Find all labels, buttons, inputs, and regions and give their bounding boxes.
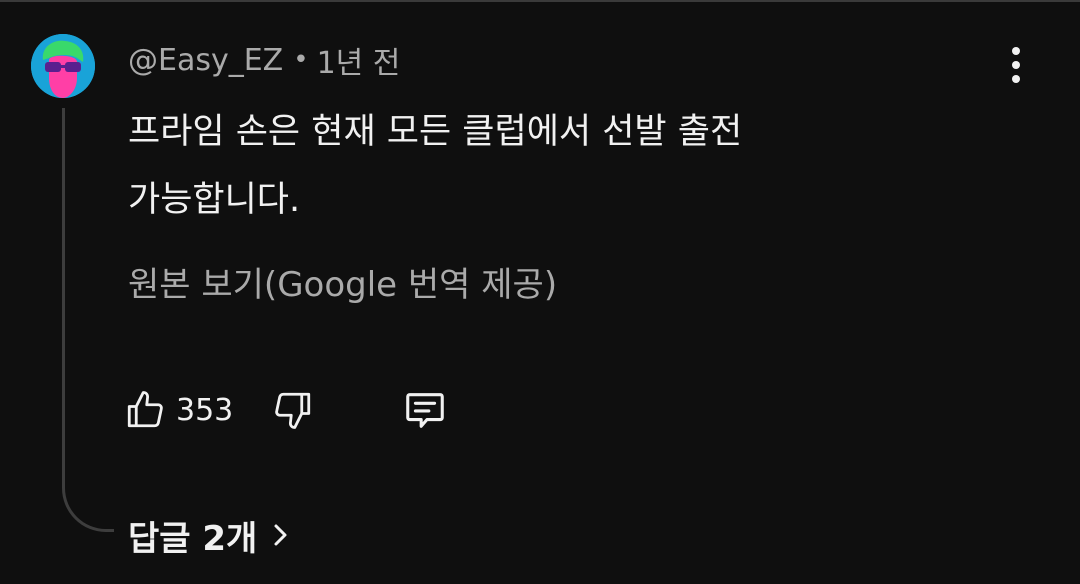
like-button[interactable]: 353 — [124, 384, 233, 436]
top-divider — [0, 0, 1080, 2]
comment-meta: @Easy_EZ • 1년 전 — [128, 38, 401, 82]
replies-count-label: 답글 2개 — [128, 518, 258, 559]
author-avatar[interactable] — [31, 34, 95, 98]
thumbs-down-icon — [275, 392, 311, 429]
reply-thread-line — [62, 108, 114, 532]
comment-text: 프라임 손은 현재 모든 클럽에서 선발 출전 가능합니다. — [128, 112, 743, 220]
thumbs-up-icon — [127, 391, 163, 428]
like-count: 353 — [176, 392, 234, 428]
more-options-button[interactable] — [996, 40, 1036, 90]
author-name[interactable]: @Easy_EZ — [128, 43, 283, 78]
more-vertical-icon — [1012, 47, 1020, 55]
show-original-link[interactable]: 원본 보기(Google 번역 제공) — [128, 262, 557, 308]
chevron-right-icon — [271, 520, 291, 550]
dislike-button[interactable] — [272, 384, 314, 436]
comment-icon — [406, 393, 444, 428]
comment-actions: 353 — [124, 384, 484, 436]
comment-timestamp[interactable]: 1년 전 — [317, 38, 401, 82]
view-replies-button[interactable]: 답글 2개 — [128, 510, 291, 560]
meta-separator: • — [293, 45, 309, 75]
reply-button[interactable] — [402, 384, 448, 436]
avatar-image — [31, 34, 95, 98]
